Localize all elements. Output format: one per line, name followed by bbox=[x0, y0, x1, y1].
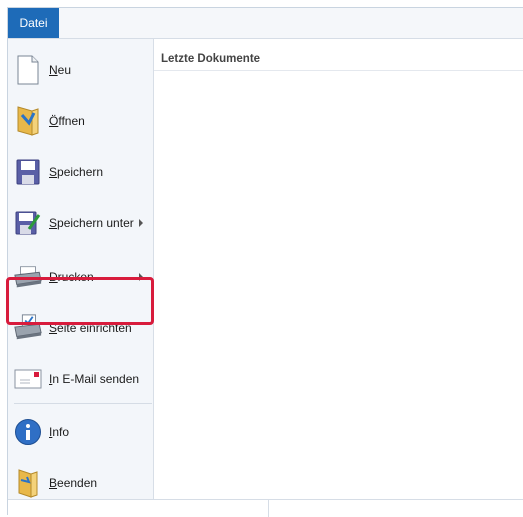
email-icon bbox=[13, 362, 43, 396]
exit-icon bbox=[13, 466, 43, 500]
menu-item-label: Beenden bbox=[49, 476, 98, 490]
menu-item-label: Info bbox=[49, 425, 70, 439]
save-disk-icon bbox=[13, 155, 43, 189]
app-window: Datei Neu Öffnen Speichern Speichern unt… bbox=[6, 7, 523, 517]
menu-item-label: Speichern bbox=[49, 165, 104, 179]
status-bar-divider bbox=[268, 500, 269, 517]
menu-item-label: Neu bbox=[49, 63, 72, 77]
recent-documents-divider bbox=[154, 70, 523, 71]
highlight-outline bbox=[6, 277, 154, 325]
submenu-arrow-icon bbox=[139, 219, 143, 227]
info-icon bbox=[13, 415, 43, 449]
menu-item-info[interactable]: Info bbox=[8, 407, 153, 457]
menu-separator bbox=[14, 403, 152, 404]
menu-item-save[interactable]: Speichern bbox=[8, 147, 153, 197]
new-document-icon bbox=[13, 53, 43, 87]
recent-documents-header: Letzte Dokumente bbox=[161, 53, 261, 65]
menu-item-open[interactable]: Öffnen bbox=[8, 96, 153, 146]
menu-item-send-email[interactable]: In E-Mail senden bbox=[8, 354, 153, 404]
menu-item-label: Speichern unter bbox=[49, 216, 134, 230]
ribbon-bar: Datei bbox=[8, 8, 523, 39]
save-as-icon bbox=[13, 206, 43, 240]
menu-item-new[interactable]: Neu bbox=[8, 45, 153, 95]
menu-item-label: In E-Mail senden bbox=[49, 372, 140, 386]
menu-item-save-as[interactable]: Speichern unter bbox=[8, 198, 153, 248]
menu-item-label: Öffnen bbox=[49, 114, 85, 128]
status-bar bbox=[8, 499, 523, 517]
open-folder-icon bbox=[13, 104, 43, 138]
file-menu: Neu Öffnen Speichern Speichern unter Dru… bbox=[6, 39, 154, 500]
file-tab[interactable]: Datei bbox=[8, 8, 59, 38]
